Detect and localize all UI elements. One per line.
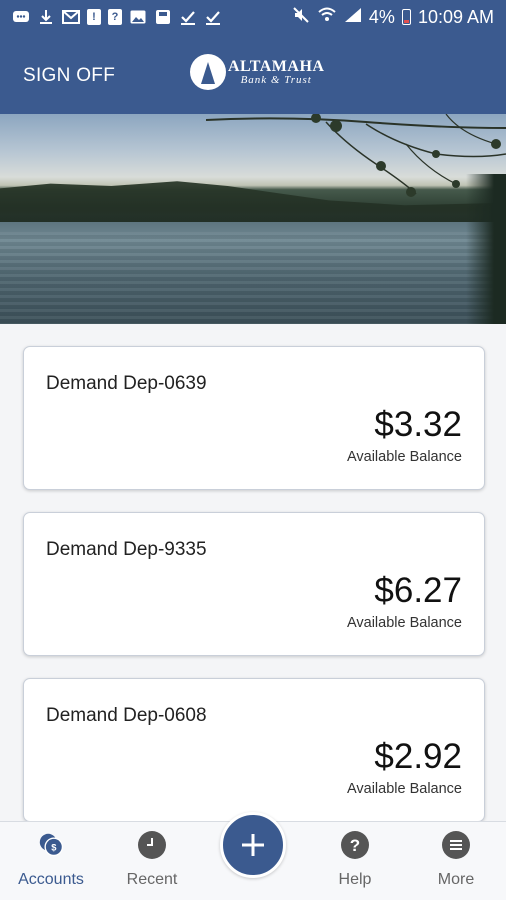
add-button[interactable] (220, 812, 286, 878)
nav-recent[interactable]: Recent (102, 822, 202, 900)
hero-river-image (0, 114, 506, 324)
nav-more[interactable]: More (406, 822, 506, 900)
accounts-icon: $ (37, 831, 65, 859)
balance-label: Available Balance (346, 781, 462, 797)
alert-icon: ! (87, 9, 101, 25)
sign-off-button[interactable]: SIGN OFF (23, 65, 115, 87)
nav-accounts[interactable]: $ Accounts (1, 822, 101, 900)
account-name: Demand Dep-9335 (46, 539, 207, 560)
account-card[interactable]: Demand Dep-9335 $6.27 Available Balance (23, 512, 485, 656)
plus-icon (242, 834, 264, 856)
nav-label-more: More (437, 871, 475, 888)
nav-label-accounts: Accounts (18, 871, 84, 888)
unknown-app-icon: ? (108, 9, 122, 25)
menu-icon (442, 831, 470, 859)
clock-icon (138, 831, 166, 859)
account-name: Demand Dep-0608 (46, 705, 207, 726)
image-icon (129, 8, 147, 26)
hero-water (0, 232, 506, 324)
account-balance: $3.32 (374, 405, 462, 444)
logo-a-icon (190, 54, 226, 90)
help-icon: ? (341, 831, 369, 859)
account-card[interactable]: Demand Dep-0608 $2.92 Available Balance (23, 678, 485, 821)
download-done-icon (179, 8, 197, 26)
nav-label-recent: Recent (126, 871, 178, 888)
logo-name: ALTAMAHA (228, 57, 325, 75)
app-header: SIGN OFF ALTAMAHA Bank & Trust (0, 34, 506, 114)
nav-help[interactable]: ? Help (305, 822, 405, 900)
mute-icon (292, 6, 310, 29)
download-icon (37, 8, 55, 26)
battery-icon (401, 9, 411, 25)
download-done-icon-2 (204, 8, 222, 26)
signal-icon (344, 7, 362, 28)
gmail-icon (62, 8, 80, 26)
balance-label: Available Balance (346, 615, 462, 631)
account-name: Demand Dep-0639 (46, 373, 207, 394)
svg-text:?: ? (350, 836, 360, 855)
nav-label-help: Help (338, 871, 372, 888)
account-card[interactable]: Demand Dep-0639 $3.32 Available Balance (23, 346, 485, 490)
bottom-nav: $ Accounts Recent ? Help More (0, 812, 506, 900)
account-balance: $6.27 (374, 571, 462, 610)
clock-time: 10:09 AM (417, 6, 494, 27)
balance-label: Available Balance (346, 449, 462, 465)
bank-logo: ALTAMAHA Bank & Trust (190, 54, 324, 90)
account-balance: $2.92 (374, 737, 462, 776)
account-list: Demand Dep-0639 $3.32 Available Balance … (0, 324, 506, 821)
battery-percent: 4% (368, 6, 395, 27)
wifi-icon (317, 6, 337, 29)
message-icon (12, 8, 30, 26)
logo-subtitle: Bank & Trust (240, 73, 312, 86)
svg-text:$: $ (51, 843, 57, 853)
status-bar: ! ? 4% 10:09 AM (0, 0, 506, 34)
hero-branches (206, 114, 506, 197)
save-icon (154, 8, 172, 26)
